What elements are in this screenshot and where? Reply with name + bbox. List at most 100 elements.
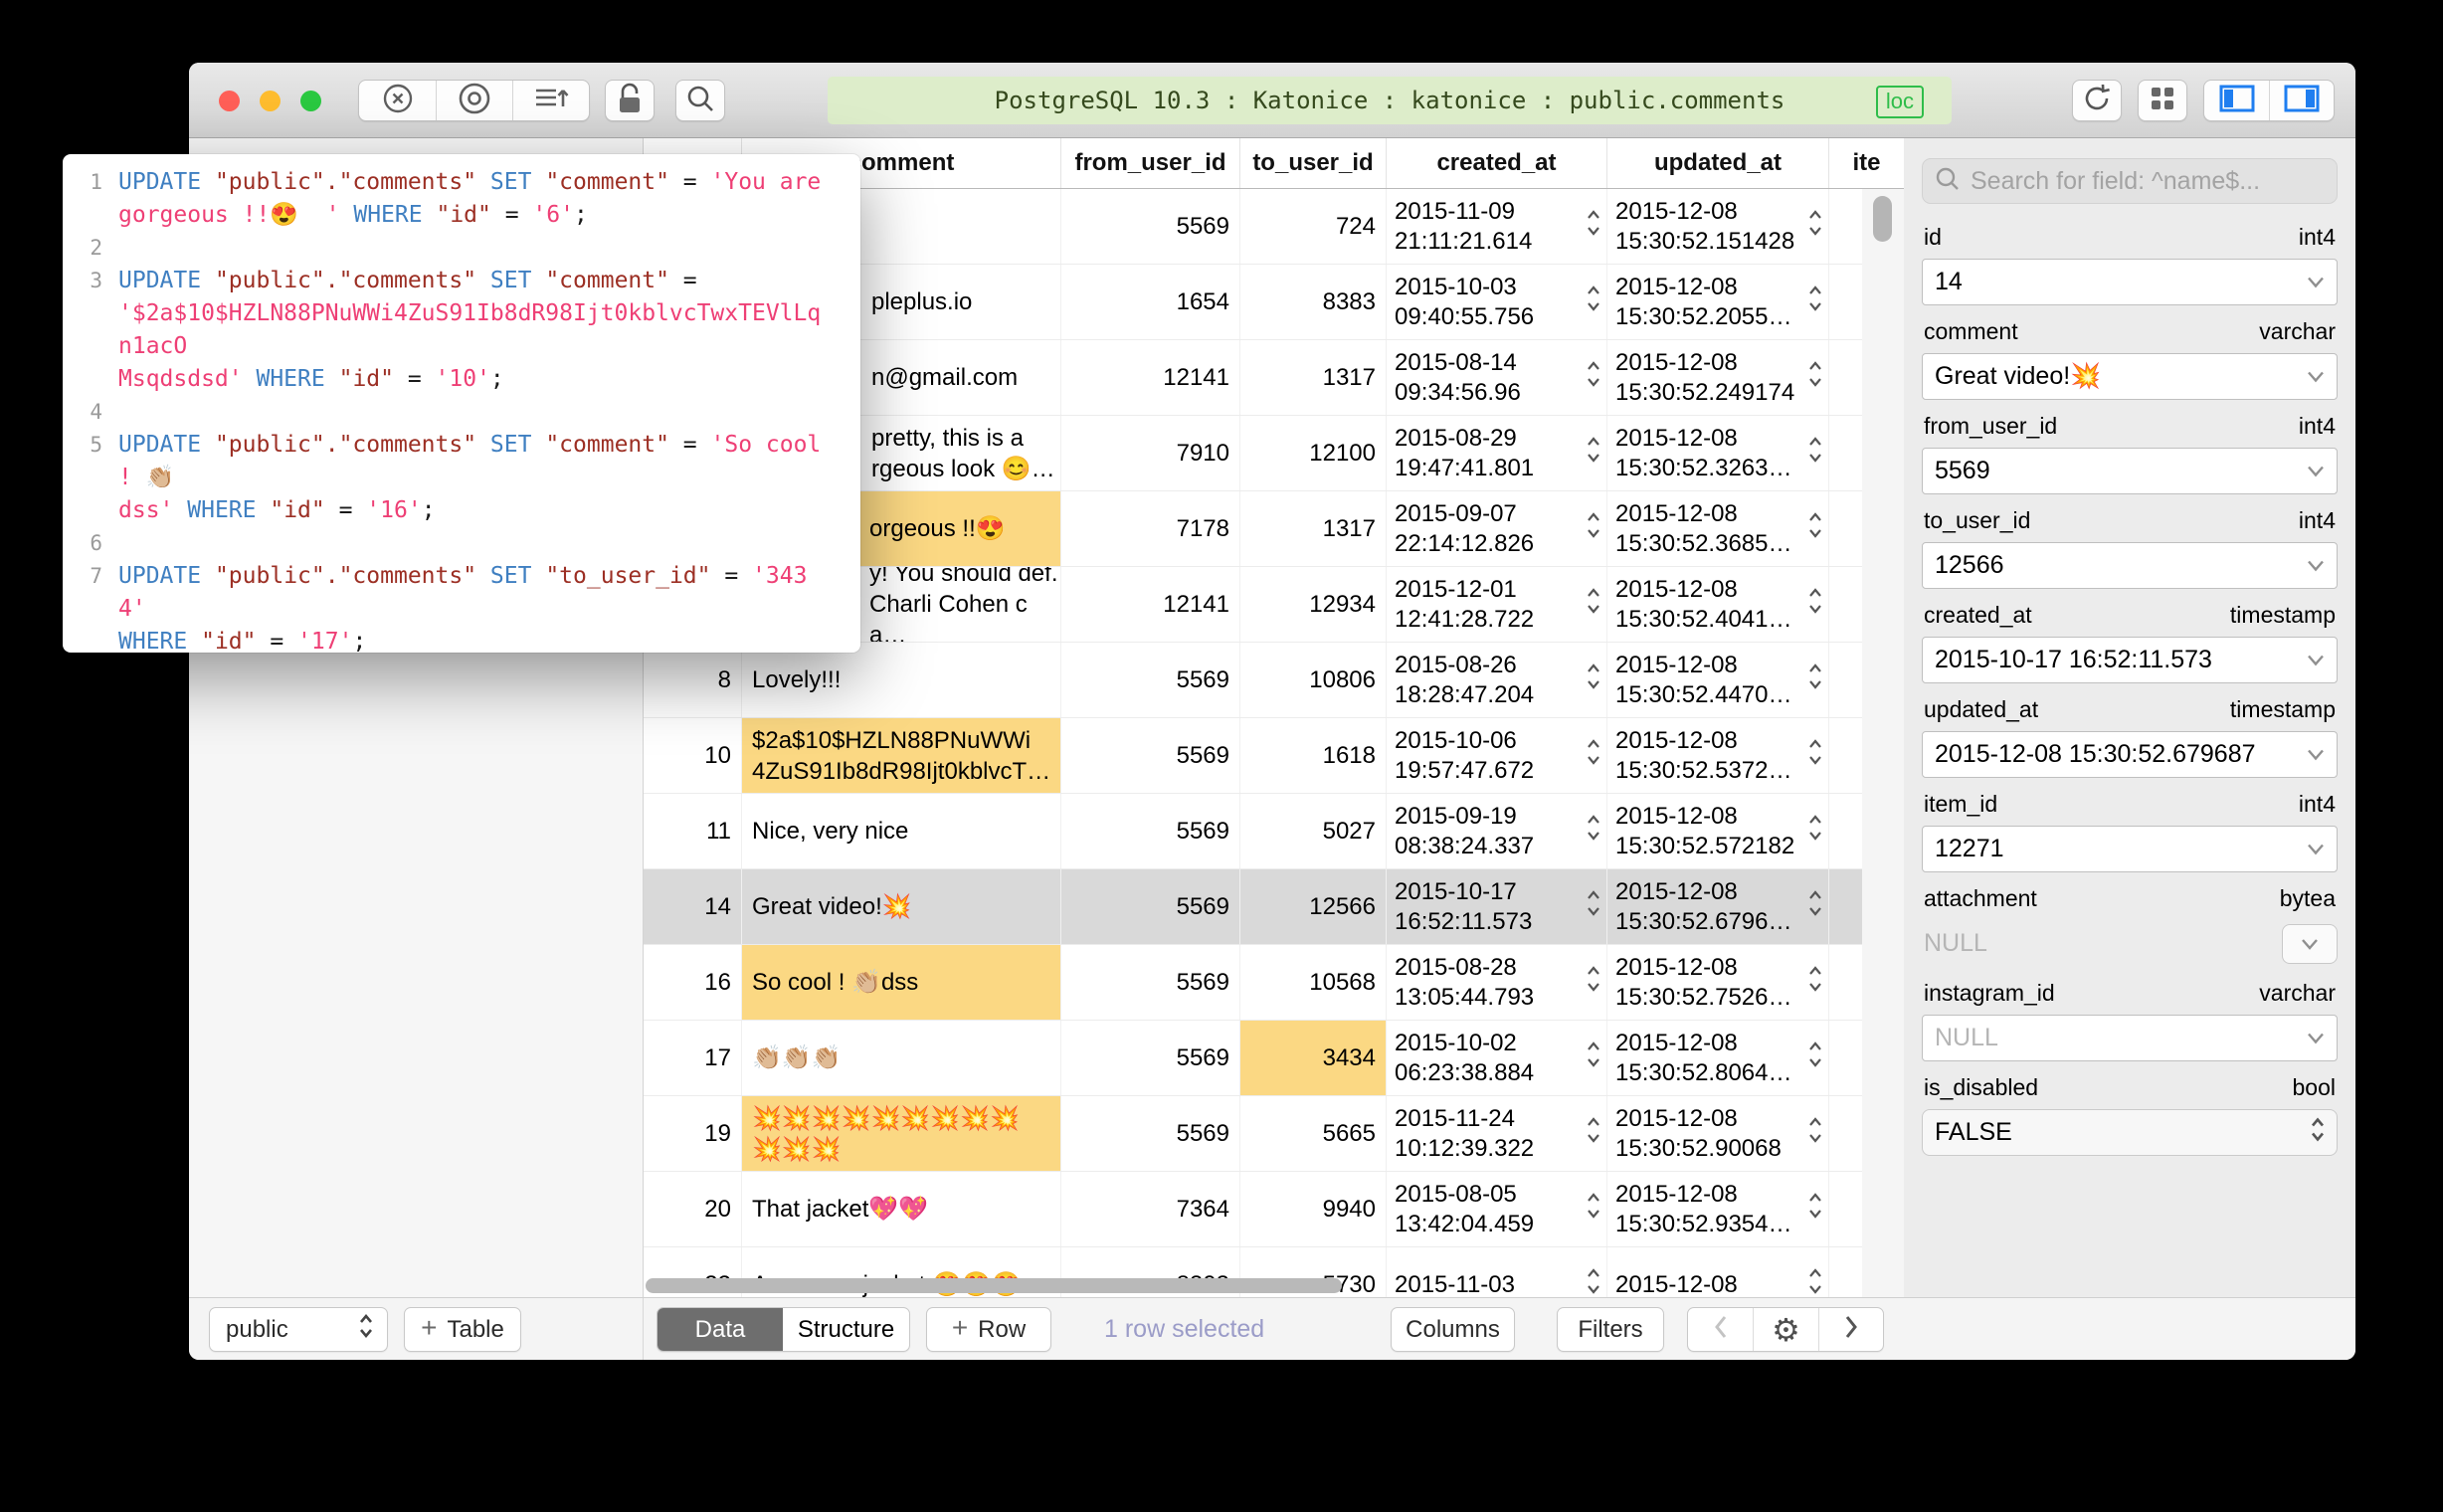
table-cell-from-user-id[interactable]: 5569: [1060, 189, 1239, 264]
column-header-item[interactable]: ite: [1828, 138, 1904, 188]
updown-chevron-icon[interactable]: [2309, 1113, 2327, 1152]
value-stepper-icon[interactable]: [1585, 885, 1602, 929]
value-stepper-icon[interactable]: [1806, 1037, 1824, 1080]
table-cell-timestamp[interactable]: 2015-10-1716:52:11.573: [1386, 869, 1606, 944]
value-stepper-icon[interactable]: [1806, 1263, 1824, 1298]
table-cell-timestamp[interactable]: 2015-11-2410:12:39.322: [1386, 1096, 1606, 1171]
table-row[interactable]: 14Great video!💥5569125662015-10-1716:52:…: [644, 869, 1904, 945]
table-cell-timestamp[interactable]: 2015-09-1908:38:24.337: [1386, 794, 1606, 868]
add-row-button[interactable]: + Row: [926, 1307, 1051, 1352]
search-button[interactable]: [675, 80, 725, 121]
table-cell-to-user-id[interactable]: 5027: [1239, 794, 1386, 868]
value-stepper-icon[interactable]: [1585, 281, 1602, 324]
value-stepper-icon[interactable]: [1806, 810, 1824, 853]
table-cell-from-user-id[interactable]: 5569: [1060, 869, 1239, 944]
table-cell-timestamp[interactable]: 2015-12-0815:30:52.4041…: [1606, 567, 1828, 642]
value-stepper-icon[interactable]: [1806, 1112, 1824, 1156]
chevron-down-icon[interactable]: [2305, 268, 2327, 296]
table-cell-comment[interactable]: That jacket💖💖: [741, 1172, 1060, 1246]
value-stepper-icon[interactable]: [1585, 1188, 1602, 1231]
table-cell-comment[interactable]: Lovely!!!: [741, 643, 1060, 717]
table-cell-timestamp[interactable]: 2015-12-0815:30:52.3685…: [1606, 491, 1828, 566]
table-cell-timestamp[interactable]: 2015-12-0815:30:52.8064…: [1606, 1021, 1828, 1095]
table-cell-to-user-id[interactable]: 12566: [1239, 869, 1386, 944]
table-cell-to-user-id[interactable]: 9940: [1239, 1172, 1386, 1246]
table-row[interactable]: 19💥💥💥💥💥💥💥💥💥💥💥💥556956652015-11-2410:12:39…: [644, 1096, 1904, 1172]
value-stepper-icon[interactable]: [1806, 734, 1824, 778]
value-stepper-icon[interactable]: [1585, 1037, 1602, 1080]
commit-log-button[interactable]: [512, 81, 589, 120]
table-cell-from-user-id[interactable]: 5569: [1060, 945, 1239, 1020]
tab-data[interactable]: Data: [658, 1308, 783, 1351]
table-cell-from-user-id[interactable]: 5569: [1060, 643, 1239, 717]
table-cell-to-user-id[interactable]: 5665: [1239, 1096, 1386, 1171]
value-stepper-icon[interactable]: [1806, 507, 1824, 551]
table-cell-from-user-id[interactable]: 7910: [1060, 416, 1239, 490]
value-stepper-icon[interactable]: [1806, 356, 1824, 400]
table-cell-timestamp[interactable]: 2015-11-03: [1386, 1247, 1606, 1297]
field-input-attachment[interactable]: NULL: [1922, 920, 2338, 967]
refresh-button[interactable]: [2072, 80, 2122, 121]
value-stepper-icon[interactable]: [1585, 810, 1602, 853]
field-input-instagram_id[interactable]: NULL: [1922, 1015, 2338, 1061]
table-cell-from-user-id[interactable]: 5569: [1060, 794, 1239, 868]
add-table-button[interactable]: + Table: [404, 1307, 521, 1352]
table-cell-comment[interactable]: Nice, very nice: [741, 794, 1060, 868]
table-cell-id[interactable]: 14: [644, 869, 741, 944]
value-stepper-icon[interactable]: [1585, 356, 1602, 400]
value-stepper-icon[interactable]: [1585, 734, 1602, 778]
open-value-button[interactable]: [2282, 924, 2338, 964]
table-cell-id[interactable]: 17: [644, 1021, 741, 1095]
field-input-to_user_id[interactable]: 12566: [1922, 542, 2338, 589]
table-cell-to-user-id[interactable]: 724: [1239, 189, 1386, 264]
table-cell-timestamp[interactable]: 2015-12-0815:30:52.6796…: [1606, 869, 1828, 944]
table-cell-timestamp[interactable]: 2015-12-0815:30:52.4470…: [1606, 643, 1828, 717]
value-stepper-icon[interactable]: [1806, 961, 1824, 1005]
table-cell-timestamp[interactable]: 2015-12-0815:30:52.9354…: [1606, 1172, 1828, 1246]
table-row[interactable]: 10$2a$10$HZLN88PNuWWi4ZuS91Ib8dR98Ijt0kb…: [644, 718, 1904, 794]
field-input-comment[interactable]: Great video!💥: [1922, 353, 2338, 400]
vertical-scrollbar-thumb[interactable]: [1873, 196, 1892, 242]
table-cell-timestamp[interactable]: 2015-12-08: [1606, 1247, 1828, 1297]
chevron-down-icon[interactable]: [2305, 457, 2327, 485]
table-cell-from-user-id[interactable]: 12141: [1060, 340, 1239, 415]
close-window-button[interactable]: [219, 91, 240, 111]
toggle-right-panel-button[interactable]: [2269, 81, 2334, 120]
table-cell-timestamp[interactable]: 2015-08-2919:47:41.801: [1386, 416, 1606, 490]
discard-changes-button[interactable]: [359, 81, 436, 120]
table-cell-from-user-id[interactable]: 5569: [1060, 1096, 1239, 1171]
table-cell-to-user-id[interactable]: 12100: [1239, 416, 1386, 490]
chevron-down-icon[interactable]: [2305, 740, 2327, 769]
next-page-button[interactable]: [1818, 1308, 1883, 1351]
table-cell-comment[interactable]: So cool ! 👏🏼dss: [741, 945, 1060, 1020]
table-cell-timestamp[interactable]: 2015-12-0815:30:52.2055…: [1606, 265, 1828, 339]
table-cell-timestamp[interactable]: 2015-12-0815:30:52.3263…: [1606, 416, 1828, 490]
field-input-id[interactable]: 14: [1922, 259, 2338, 305]
value-stepper-icon[interactable]: [1585, 583, 1602, 627]
table-cell-from-user-id[interactable]: 7364: [1060, 1172, 1239, 1246]
table-cell-id[interactable]: 10: [644, 718, 741, 793]
chevron-down-icon[interactable]: [2305, 835, 2327, 863]
table-cell-timestamp[interactable]: 2015-10-0619:57:47.672: [1386, 718, 1606, 793]
previous-page-button[interactable]: [1688, 1308, 1753, 1351]
table-cell-timestamp[interactable]: 2015-12-0815:30:52.151428: [1606, 189, 1828, 264]
field-search-input[interactable]: Search for field: ^name$...: [1922, 158, 2338, 204]
table-cell-from-user-id[interactable]: 1654: [1060, 265, 1239, 339]
table-cell-comment[interactable]: $2a$10$HZLN88PNuWWi4ZuS91Ib8dR98Ijt0kblv…: [741, 718, 1060, 793]
table-cell-to-user-id[interactable]: 10568: [1239, 945, 1386, 1020]
sql-editor[interactable]: 1UPDATE "public"."comments" SET "comment…: [63, 166, 860, 653]
table-cell-timestamp[interactable]: 2015-08-2618:28:47.204: [1386, 643, 1606, 717]
table-cell-timestamp[interactable]: 2015-09-0722:14:12.826: [1386, 491, 1606, 566]
horizontal-scrollbar-thumb[interactable]: [646, 1278, 1342, 1293]
columns-button[interactable]: Columns: [1391, 1307, 1515, 1352]
value-stepper-icon[interactable]: [1585, 205, 1602, 249]
table-cell-comment[interactable]: 💥💥💥💥💥💥💥💥💥💥💥💥: [741, 1096, 1060, 1171]
value-stepper-icon[interactable]: [1806, 583, 1824, 627]
toggle-left-panel-button[interactable]: [2204, 81, 2269, 120]
filters-button[interactable]: Filters: [1557, 1307, 1664, 1352]
table-cell-timestamp[interactable]: 2015-12-0815:30:52.7526…: [1606, 945, 1828, 1020]
table-cell-timestamp[interactable]: 2015-12-0815:30:52.90068: [1606, 1096, 1828, 1171]
field-input-created_at[interactable]: 2015-10-17 16:52:11.573: [1922, 637, 2338, 683]
value-stepper-icon[interactable]: [1585, 507, 1602, 551]
preview-changes-button[interactable]: [436, 81, 512, 120]
